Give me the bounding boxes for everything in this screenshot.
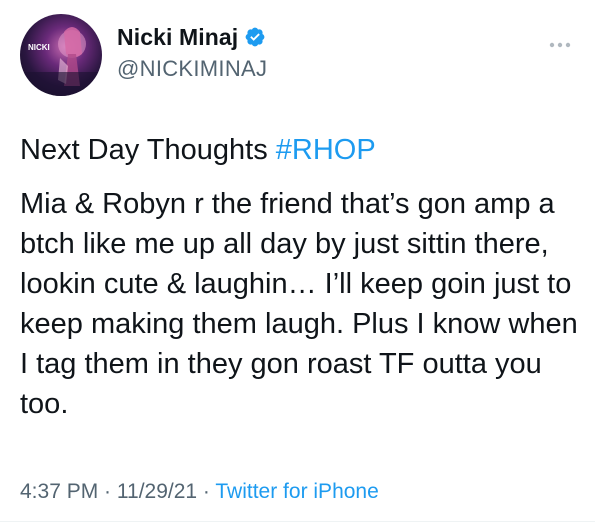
hashtag-link[interactable]: #RHOP <box>276 134 376 166</box>
meta-separator: · <box>197 480 216 503</box>
avatar[interactable]: NICKI <box>20 14 102 96</box>
tweet-source-link[interactable]: Twitter for iPhone <box>215 480 378 503</box>
display-name[interactable]: Nicki Minaj <box>117 24 238 51</box>
tweet-meta: 4:37 PM · 11/29/21 · Twitter for iPhone <box>20 480 379 504</box>
more-options-icon[interactable] <box>549 42 571 48</box>
tweet-date[interactable]: 11/29/21 <box>117 480 197 503</box>
user-handle[interactable]: @NICKIMINAJ <box>117 56 267 82</box>
tweet-body: Mia & Robyn r the friend that’s gon amp … <box>20 188 578 420</box>
verified-badge-icon <box>245 27 265 47</box>
tweet-time[interactable]: 4:37 PM <box>20 480 98 503</box>
tweet-intro-line: Next Day Thoughts #RHOP <box>20 130 580 170</box>
tweet-intro: Next Day Thoughts <box>20 134 276 166</box>
tweet-text: Next Day Thoughts #RHOP Mia & Robyn r th… <box>20 130 580 424</box>
tweet-card: NICKI Nicki Minaj @NICKIMINAJ Next Day T… <box>0 0 595 525</box>
avatar-text: NICKI <box>28 43 50 52</box>
meta-separator: · <box>98 480 117 503</box>
display-name-row: Nicki Minaj <box>117 22 267 52</box>
tweet-header: NICKI Nicki Minaj @NICKIMINAJ <box>20 14 575 96</box>
divider <box>0 521 595 522</box>
user-names: Nicki Minaj @NICKIMINAJ <box>117 22 267 82</box>
avatar-image: NICKI <box>20 27 102 96</box>
